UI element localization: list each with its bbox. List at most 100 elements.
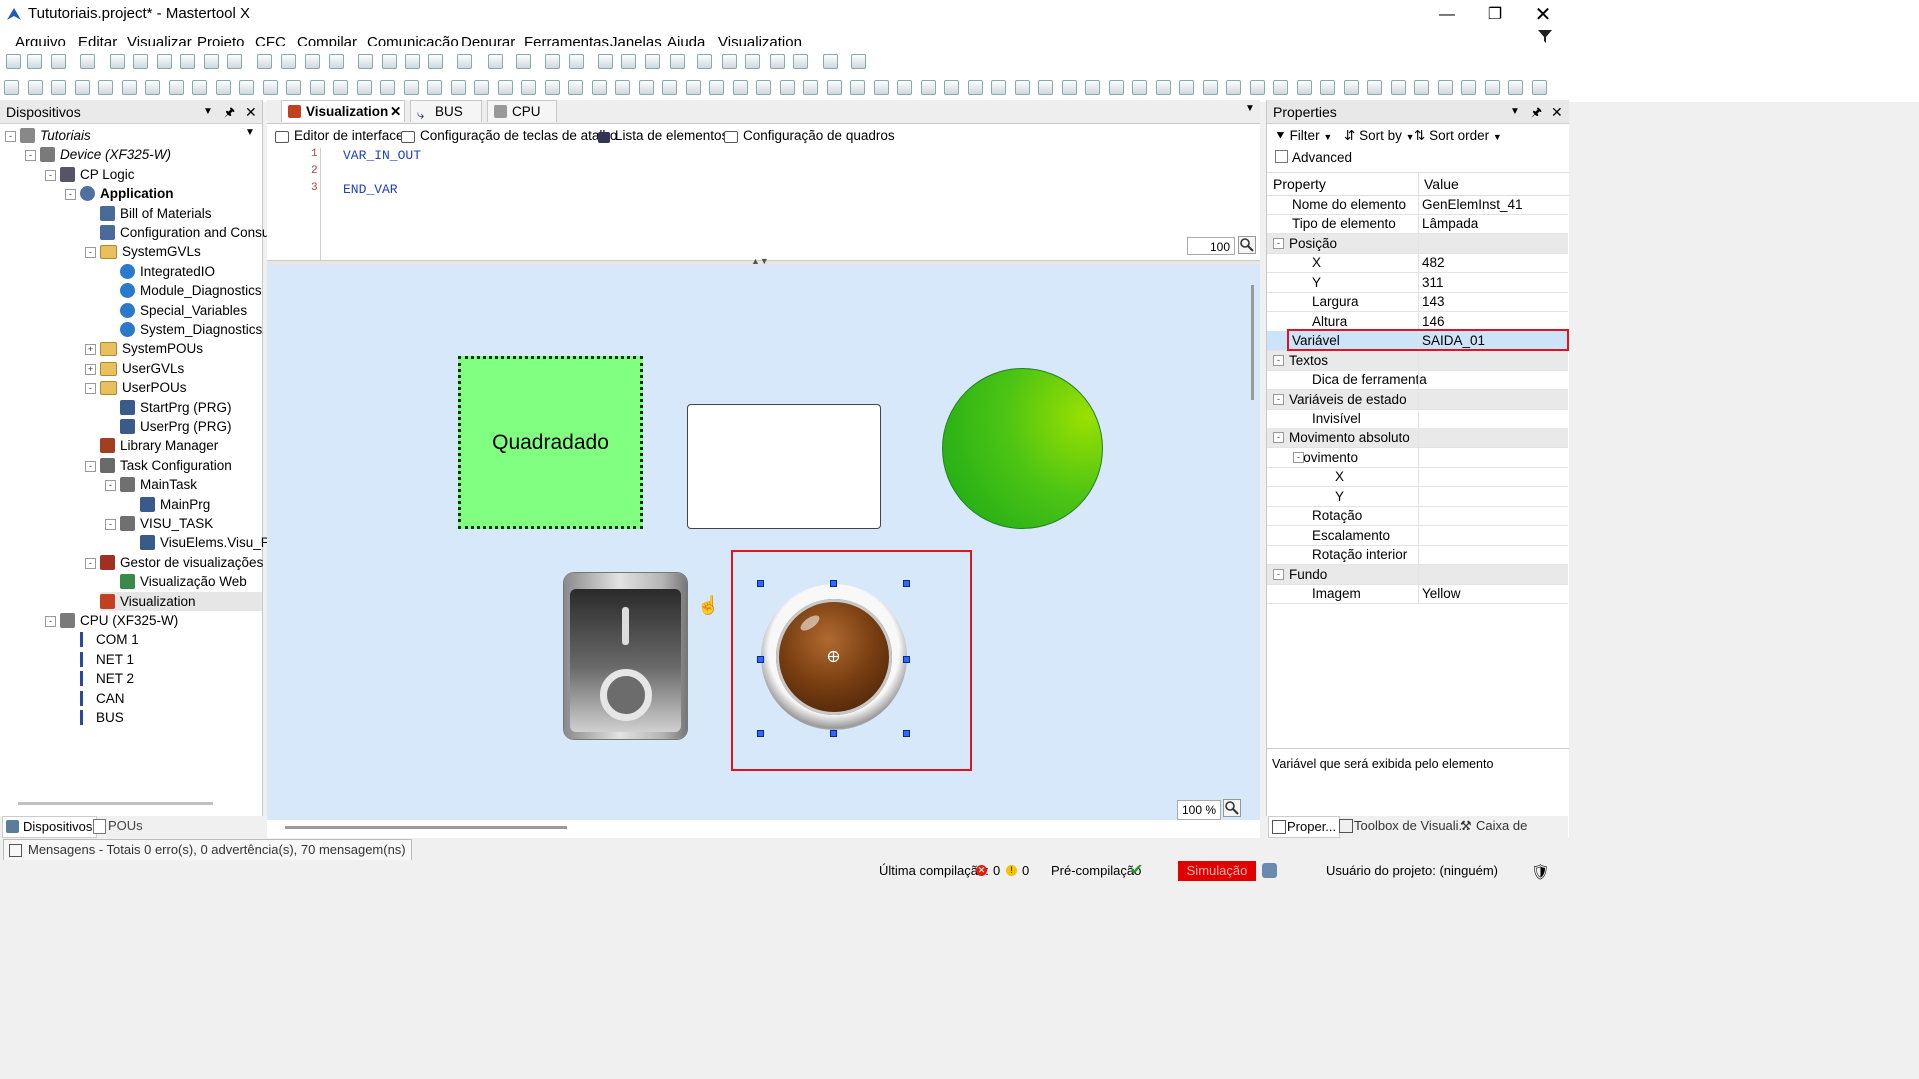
- collapse-icon[interactable]: -: [85, 247, 96, 259]
- rounded-rectangle-element[interactable]: [687, 404, 881, 529]
- tab-list-dropdown-icon[interactable]: ▼: [1245, 103, 1255, 114]
- toolbar-button-icon[interactable]: [457, 54, 472, 69]
- shield-icon[interactable]: 🛡: [1531, 862, 1550, 884]
- property-value[interactable]: GenElemInst_41: [1422, 195, 1523, 214]
- declaration-editor[interactable]: 1 VAR_IN_OUT 2 3 END_VAR 100: [267, 148, 1260, 260]
- tree-item[interactable]: CP Logic: [60, 165, 135, 184]
- tree-item[interactable]: Visualização Web: [120, 572, 247, 591]
- toolbar-button-icon[interactable]: [615, 80, 630, 95]
- collapse-icon[interactable]: -: [1273, 568, 1284, 580]
- resize-handle[interactable]: [903, 730, 910, 737]
- messages-tab[interactable]: Mensagens - Totais 0 erro(s), 0 advertên…: [3, 839, 412, 861]
- toolbar-button-icon[interactable]: [569, 54, 584, 69]
- resize-handle[interactable]: [757, 730, 764, 737]
- collapse-icon[interactable]: -: [1273, 354, 1284, 366]
- toolbar-button-icon[interactable]: [851, 54, 866, 69]
- toolbar-button-icon[interactable]: [1297, 80, 1312, 95]
- expand-icon[interactable]: +: [85, 344, 96, 356]
- panel-close-icon[interactable]: ✕: [245, 100, 257, 124]
- toolbar-button-icon[interactable]: [75, 80, 90, 95]
- toolbar-button-icon[interactable]: [133, 54, 148, 69]
- toolbar-button-icon[interactable]: [1203, 80, 1218, 95]
- collapse-icon[interactable]: -: [45, 169, 56, 181]
- property-row[interactable]: Variável SAIDA_01: [1267, 329, 1569, 352]
- toolbar-button-icon[interactable]: [709, 80, 724, 95]
- resize-handle[interactable]: [903, 656, 910, 663]
- toolbar-button-icon[interactable]: [874, 80, 889, 95]
- resize-handle[interactable]: [757, 580, 764, 587]
- toolbar-button-icon[interactable]: [27, 54, 42, 69]
- property-value[interactable]: 143: [1422, 292, 1445, 311]
- tree-item[interactable]: MainTask: [120, 475, 197, 494]
- tree-item[interactable]: NET 1: [80, 650, 134, 669]
- toolbar-button-icon[interactable]: [568, 80, 583, 95]
- property-row[interactable]: Posição -: [1267, 233, 1568, 254]
- toolbar-button-icon[interactable]: [216, 80, 231, 95]
- panel-dropdown-icon[interactable]: ▼: [1510, 100, 1520, 124]
- toolbar-button-icon[interactable]: [1132, 80, 1147, 95]
- toolbar-button-icon[interactable]: [897, 80, 912, 95]
- collapse-icon[interactable]: -: [105, 480, 116, 492]
- tree-dropdown-icon[interactable]: ▼: [245, 127, 255, 138]
- toolbar-button-icon[interactable]: [598, 54, 613, 69]
- tree-item[interactable]: CAN: [80, 689, 125, 708]
- toolbar-button-icon[interactable]: [592, 80, 607, 95]
- visualization-canvas[interactable]: Quadradado ☝ 100 %: [267, 265, 1260, 820]
- toolbar-button-icon[interactable]: [227, 54, 242, 69]
- toolbar-button-icon[interactable]: [968, 80, 983, 95]
- property-row[interactable]: X: [1267, 467, 1568, 488]
- property-row[interactable]: Fundo -: [1267, 564, 1568, 585]
- tree-item[interactable]: COM 1: [80, 630, 139, 649]
- toolbar-button-icon[interactable]: [662, 80, 677, 95]
- toolbar-button-icon[interactable]: [645, 54, 660, 69]
- tree-item[interactable]: SystemPOUs: [100, 339, 203, 358]
- subtab-lista-elementos[interactable]: Lista de elementos: [598, 124, 728, 148]
- toolbar-button-icon[interactable]: [427, 80, 442, 95]
- toolbar-button-icon[interactable]: [545, 80, 560, 95]
- property-row[interactable]: Rotação interior: [1267, 545, 1568, 566]
- toolbar-button-icon[interactable]: [1156, 80, 1171, 95]
- tree-item[interactable]: VisuElems.Visu_Prg: [140, 533, 282, 552]
- tree-item[interactable]: Configuration and Consump: [100, 223, 288, 242]
- toolbar-button-icon[interactable]: [180, 54, 195, 69]
- property-row[interactable]: Imagem Yellow: [1267, 584, 1568, 604]
- toolbar-button-icon[interactable]: [686, 80, 701, 95]
- toolbar-button-icon[interactable]: [1485, 80, 1500, 95]
- toolbar-button-icon[interactable]: [51, 54, 66, 69]
- property-row[interactable]: Movimento -: [1267, 447, 1568, 468]
- collapse-icon[interactable]: -: [65, 189, 76, 201]
- toolbar-button-icon[interactable]: [382, 54, 397, 69]
- tree-item[interactable]: NET 2: [80, 669, 134, 688]
- property-value[interactable]: Yellow: [1422, 584, 1461, 603]
- tab-bus[interactable]: ⤷ BUS: [410, 100, 482, 122]
- tab-properties[interactable]: Proper...: [1268, 816, 1341, 838]
- toolbar-button-icon[interactable]: [257, 54, 272, 69]
- collapse-icon[interactable]: -: [105, 519, 116, 530]
- toolbar-button-icon[interactable]: [286, 80, 301, 95]
- property-value[interactable]: 482: [1422, 253, 1445, 272]
- tree-item[interactable]: UserPOUs: [100, 378, 187, 397]
- toolbar-button-icon[interactable]: [823, 54, 838, 69]
- toolbar-button-icon[interactable]: [204, 54, 219, 69]
- toolbar-button-icon[interactable]: [6, 54, 21, 69]
- tab-visualization[interactable]: Visualization ✕: [281, 100, 405, 122]
- toolbar-button-icon[interactable]: [521, 80, 536, 95]
- tree-scrollbar[interactable]: [18, 802, 213, 805]
- collapse-icon[interactable]: -: [1273, 393, 1284, 405]
- tree-item[interactable]: Application: [80, 184, 174, 203]
- toolbar-button-icon[interactable]: [51, 80, 66, 95]
- toolbar-button-icon[interactable]: [1273, 80, 1288, 95]
- toolbar-button-icon[interactable]: [921, 80, 936, 95]
- lamp-element[interactable]: [761, 584, 907, 730]
- toolbar-button-icon[interactable]: [488, 54, 503, 69]
- code-zoom-field[interactable]: 100: [1187, 237, 1235, 255]
- resize-handle[interactable]: [757, 656, 764, 663]
- resize-handle[interactable]: [830, 580, 837, 587]
- toolbar-button-icon[interactable]: [621, 54, 636, 69]
- tree-item[interactable]: Gestor de visualizações: [100, 553, 263, 572]
- tab-dispositivos[interactable]: Dispositivos: [2, 816, 98, 838]
- collapse-icon[interactable]: -: [1293, 451, 1304, 463]
- toolbar-button-icon[interactable]: [1320, 80, 1335, 95]
- tree-item[interactable]: Special_Variables: [120, 301, 247, 320]
- toolbar-button-icon[interactable]: [1062, 80, 1077, 95]
